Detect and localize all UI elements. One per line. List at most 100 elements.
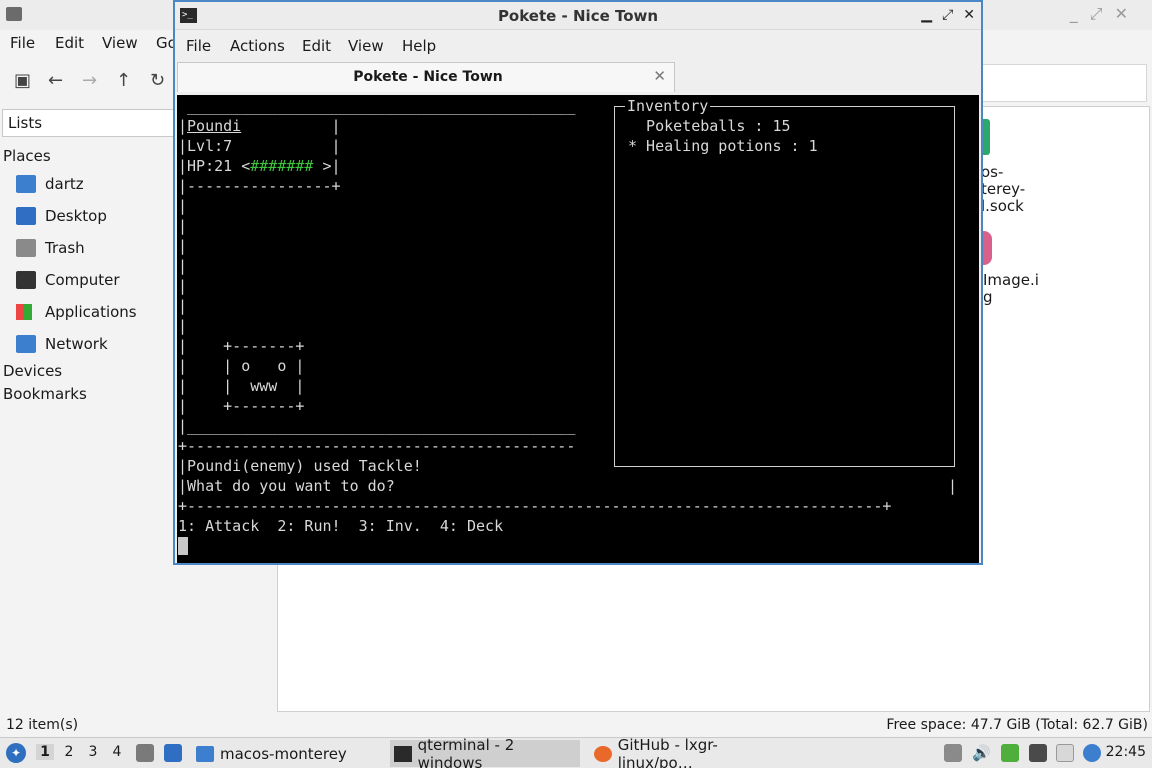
menu-actions[interactable]: Actions: [230, 37, 285, 55]
taskbar: ✦ 1 2 3 4 macos-monterey qterminal - 2 w…: [0, 736, 1152, 768]
start-menu-icon[interactable]: ✦: [6, 743, 26, 763]
tab-close-icon[interactable]: ✕: [653, 67, 666, 85]
window-controls: ▁ ⤢ ✕: [921, 7, 975, 23]
applications-icon: [16, 304, 32, 320]
battle-side-border: |: [178, 317, 188, 335]
sidebar-item-label: dartz: [45, 175, 84, 193]
folder-icon: [196, 745, 214, 762]
tab-pokete[interactable]: Pokete - Nice Town ✕: [177, 62, 675, 92]
monitor-tray-icon[interactable]: [1029, 744, 1047, 762]
desktop-file-label[interactable]: os- terey- l.sock: [981, 164, 1025, 215]
trash-icon: [16, 239, 36, 257]
close-icon[interactable]: ✕: [963, 7, 975, 23]
sidebar-item-label: Applications: [45, 303, 137, 321]
workspace-4[interactable]: 4: [108, 744, 126, 760]
sidebar-item-desktop[interactable]: Desktop: [16, 204, 107, 228]
notes-tray-icon[interactable]: [1056, 744, 1074, 762]
inventory-title: Inventory: [625, 96, 711, 116]
desktop-launcher-icon[interactable]: [164, 744, 182, 762]
menu-file[interactable]: File: [10, 34, 35, 52]
poke-art-line: | | www |: [178, 377, 305, 395]
network-icon: [16, 335, 36, 353]
poke-stats-separator: |----------------+: [178, 177, 341, 195]
volume-icon[interactable]: 🔊: [972, 744, 991, 762]
maximize-icon[interactable]: ⤢: [942, 7, 953, 23]
battle-side-border: |: [178, 237, 188, 255]
file-manager-launcher-icon[interactable]: [136, 744, 154, 762]
sidebar-item-home[interactable]: dartz: [16, 172, 84, 196]
task-qterminal[interactable]: qterminal - 2 windows: [390, 736, 580, 768]
folder-app-icon: [6, 7, 22, 21]
sidebar-item-network[interactable]: Network: [16, 332, 108, 356]
file-manager-menubar: File Edit View Go: [0, 30, 200, 56]
battle-side-border: |: [178, 297, 188, 315]
terminal-cursor: [178, 537, 188, 555]
battle-divider: +---------------------------------------…: [178, 437, 576, 455]
reload-icon[interactable]: ↻: [150, 70, 165, 91]
battle-message: |Poundi(enemy) used Tackle!: [178, 457, 422, 475]
poke-art-line: | +-------+: [178, 397, 305, 415]
poke-art-line: | +-------+: [178, 337, 305, 355]
clipboard-tray-icon[interactable]: [944, 744, 962, 762]
status-item-count: 12 item(s): [6, 717, 79, 733]
terminal-window: >_ Pokete - Nice Town ▁ ⤢ ✕ File Actions…: [173, 0, 983, 565]
bookmarks-heading[interactable]: Bookmarks: [3, 385, 87, 403]
poke-name: Poundi: [187, 117, 242, 135]
status-free-space: Free space: 47.7 GiB (Total: 62.7 GiB): [886, 717, 1148, 733]
poke-art-line: | | o o |: [178, 357, 305, 375]
menu-file[interactable]: File: [186, 37, 211, 55]
hp-bar: #######: [250, 157, 314, 175]
terminal-menubar: File Actions Edit View Help: [175, 32, 981, 60]
task-file-manager[interactable]: macos-monterey: [192, 740, 382, 767]
menu-view[interactable]: View: [348, 37, 384, 55]
poke-level: |Lvl:7 |: [178, 137, 341, 155]
sidebar-item-label: Computer: [45, 271, 120, 289]
tab-label: Pokete - Nice Town: [353, 69, 503, 85]
terminal-titlebar[interactable]: >_ Pokete - Nice Town ▁ ⤢ ✕: [175, 2, 981, 30]
menu-edit[interactable]: Edit: [302, 37, 331, 55]
update-notifier-icon[interactable]: [1083, 744, 1101, 762]
sidebar-item-trash[interactable]: Trash: [16, 236, 85, 260]
battle-bottom-border: |_______________________________________…: [178, 417, 576, 435]
poke-name-line: |Poundi |: [178, 117, 341, 135]
menu-help[interactable]: Help: [402, 37, 436, 55]
sidebar-item-applications[interactable]: Applications: [16, 300, 137, 324]
minimize-icon[interactable]: ▁: [921, 7, 932, 23]
forward-arrow-icon[interactable]: →: [82, 70, 97, 91]
battle-side-border: |: [178, 197, 188, 215]
devices-heading[interactable]: Devices: [3, 362, 62, 380]
workspace-2[interactable]: 2: [60, 744, 78, 760]
terminal-screen[interactable]: ________________________________________…: [177, 95, 979, 563]
window-title: Pokete - Nice Town: [497, 7, 659, 25]
workspace-1[interactable]: 1: [36, 744, 54, 760]
app-tray-icon[interactable]: [1001, 744, 1019, 762]
terminal-icon: [394, 745, 412, 762]
clock[interactable]: 22:45: [1106, 744, 1146, 760]
sidebar-item-label: Desktop: [45, 207, 107, 225]
battle-side-border: |: [178, 257, 188, 275]
menu-edit[interactable]: Edit: [55, 34, 84, 52]
workspace-3[interactable]: 3: [84, 744, 102, 760]
task-firefox[interactable]: GitHub - lxgr-linux/po…: [590, 736, 790, 768]
home-folder-icon: [16, 175, 36, 193]
places-heading[interactable]: Places: [3, 147, 51, 165]
back-arrow-icon[interactable]: ←: [48, 70, 63, 91]
message-right-border: |: [948, 477, 958, 495]
terminal-tabbar: Pokete - Nice Town ✕: [175, 60, 981, 92]
sidebar-item-computer[interactable]: Computer: [16, 268, 120, 292]
up-arrow-icon[interactable]: ↑: [116, 70, 131, 91]
new-tab-icon[interactable]: ▣: [14, 70, 31, 91]
window-controls[interactable]: _⤢✕: [1070, 4, 1140, 24]
inventory-box: [614, 106, 955, 467]
battle-side-border: |: [178, 217, 188, 235]
battle-options: 1: Attack 2: Run! 3: Inv. 4: Deck: [178, 517, 504, 535]
battle-side-border: |: [178, 277, 188, 295]
sidebar-view-selector[interactable]: Lists: [2, 109, 176, 137]
inventory-item-poketeballs: Poketeballs : 15: [628, 117, 791, 135]
computer-icon: [16, 271, 36, 289]
sidebar-item-label: Network: [45, 335, 108, 353]
path-bar[interactable]: [982, 64, 1147, 102]
inventory-item-healing-potions: * Healing potions : 1: [628, 137, 818, 155]
image-file-label[interactable]: Image.i g: [983, 272, 1039, 306]
menu-view[interactable]: View: [102, 34, 138, 52]
